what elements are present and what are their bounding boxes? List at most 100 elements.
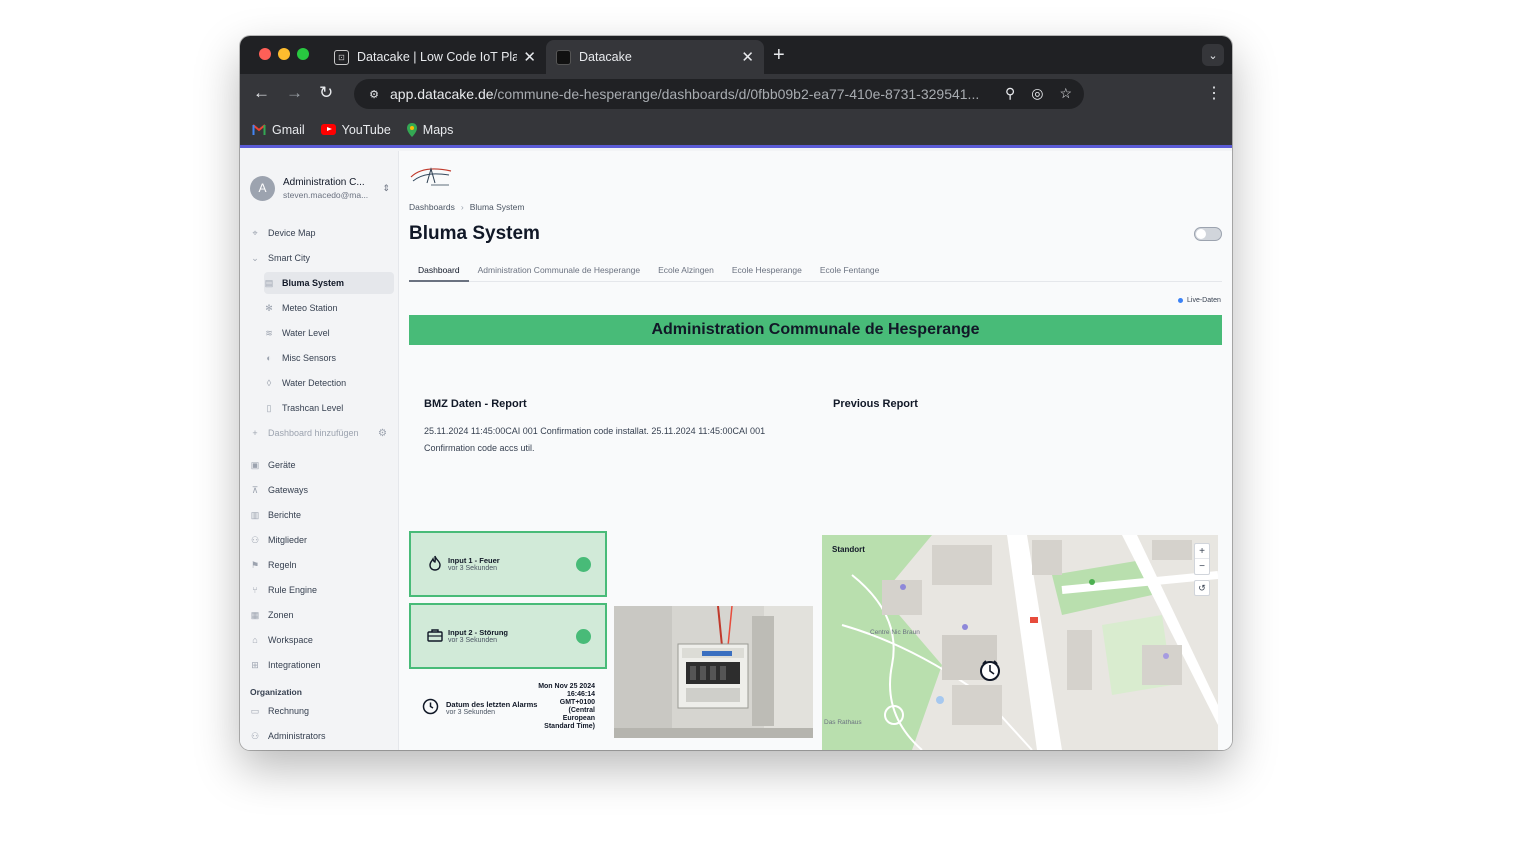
bookmark-star-icon[interactable]: ☆ — [1059, 85, 1072, 102]
tab-search-chevron-icon[interactable]: ⌄ — [1202, 44, 1224, 66]
sidebar-item-label: Administrators — [268, 731, 326, 741]
report-icon: ▥ — [250, 509, 260, 520]
url-text[interactable]: app.datacake.de/commune-de-hesperange/da… — [390, 86, 990, 102]
account-name: Administration C... — [283, 176, 365, 188]
billing-icon: ▭ — [250, 705, 260, 716]
breadcrumb-current: Bluma System — [469, 202, 525, 212]
browser-tab-datacake-active[interactable]: Datacake ✕ — [546, 40, 764, 74]
tab-ecole-fentange[interactable]: Ecole Fentange — [811, 257, 889, 282]
sidebar-item-label: Device Map — [268, 228, 316, 238]
hesperange-logo — [410, 167, 452, 186]
sidebar-item-meteo-station[interactable]: ✻ Meteo Station — [240, 297, 399, 319]
tab-ecole-hesperange[interactable]: Ecole Hesperange — [723, 257, 811, 282]
rules-icon: ⚑ — [250, 559, 260, 570]
bookmark-youtube[interactable]: YouTube — [320, 123, 391, 137]
tab-ecole-alzingen[interactable]: Ecole Alzingen — [649, 257, 723, 282]
sidebar-item-zonen[interactable]: ▦ Zonen — [240, 604, 399, 626]
sidebar-item-rule-engine[interactable]: ⑂ Rule Engine — [240, 579, 399, 601]
browser-tab-datacake-iot[interactable]: ⊡ Datacake | Low Code IoT Plat ✕ — [324, 40, 546, 74]
reload-icon[interactable]: ↻ — [319, 83, 333, 103]
sidebar-item-misc-sensors[interactable]: ◐ Misc Sensors — [240, 347, 399, 369]
sidebar-item-geraete[interactable]: ▣ Geräte — [240, 454, 399, 476]
toolbox-icon — [427, 627, 443, 643]
sidebar-item-regeln[interactable]: ⚑ Regeln — [240, 554, 399, 576]
map-zoom-controls: + − — [1194, 543, 1210, 575]
report-text: 25.11.2024 11:45:00CAI 001 Confirmation … — [424, 426, 766, 453]
tab-dashboard[interactable]: Dashboard — [409, 257, 469, 282]
users-icon: ⚇ — [250, 534, 260, 545]
gauge-icon: ◐ — [266, 353, 272, 363]
clock-icon — [422, 698, 439, 715]
minimize-window-button[interactable] — [278, 48, 290, 60]
sidebar-item-gateways[interactable]: ⊼ Gateways — [240, 479, 399, 501]
reset-view-icon[interactable]: ↺ — [1194, 580, 1210, 596]
sidebar-item-bluma-system[interactable]: ▤ Bluma System — [240, 272, 399, 294]
dashboard-icon: ▤ — [264, 277, 274, 288]
zones-icon: ▦ — [250, 609, 260, 620]
sidebar-item-administrators[interactable]: ⚇ Administrators — [240, 725, 399, 747]
browser-menu-icon[interactable]: ⋮ — [1206, 83, 1222, 103]
eye-off-icon[interactable]: ◎ — [1031, 85, 1043, 102]
gmail-icon — [252, 124, 266, 135]
edit-mode-toggle[interactable] — [1194, 227, 1222, 241]
account-email: steven.macedo@ma... — [283, 189, 369, 200]
sidebar-item-water-detection[interactable]: ◊ Water Detection — [240, 372, 399, 394]
sidebar-item-label: Rule Engine — [268, 585, 318, 595]
dashboard-main: Dashboards › Bluma System Bluma System D… — [399, 151, 1232, 750]
new-tab-icon[interactable]: + — [773, 44, 785, 67]
sidebar-item-rechnung[interactable]: ▭ Rechnung — [240, 700, 399, 722]
last-alarm-widget: Datum des letzten Alarms vor 3 Sekunden … — [409, 681, 607, 741]
status-indicator — [576, 557, 591, 572]
datacake-favicon-icon — [556, 49, 571, 65]
input-timestamp: vor 3 Sekunden — [448, 565, 498, 572]
datacake-favicon-icon: ⊡ — [334, 49, 349, 65]
close-tab-icon[interactable]: ✕ — [523, 48, 536, 66]
back-arrow-icon[interactable]: ← — [253, 83, 270, 103]
datacake-app: A Administration C... steven.macedo@ma..… — [240, 151, 1232, 750]
sidebar-item-label: Meteo Station — [282, 303, 338, 313]
bookmark-maps[interactable]: Maps — [406, 122, 453, 137]
sidebar-item-trashcan-level[interactable]: ▯ Trashcan Level — [240, 397, 399, 419]
tab-title: Datacake — [579, 50, 632, 64]
antenna-icon: ⊼ — [251, 484, 259, 495]
sidebar-item-add-dashboard[interactable]: + Dashboard hinzufügen ⚙ — [240, 422, 399, 444]
flame-icon — [427, 555, 443, 571]
account-switcher[interactable]: A Administration C... steven.macedo@ma..… — [250, 173, 390, 203]
location-map[interactable]: Standort Centre Nic Braun Das Rathaus + … — [822, 535, 1218, 750]
gear-icon[interactable]: ⚙ — [378, 428, 387, 439]
sidebar-item-mitglieder[interactable]: ⚇ Mitglieder — [240, 529, 399, 551]
close-window-button[interactable] — [259, 48, 271, 60]
map-label-rathaus: Das Rathaus — [824, 719, 862, 726]
sidebar-item-water-level[interactable]: ≋ Water Level — [240, 322, 399, 344]
browser-tab-bar: ⊡ Datacake | Low Code IoT Plat ✕ Datacak… — [240, 36, 1232, 74]
sidebar-item-label: Integrationen — [268, 660, 321, 670]
sidebar-item-label: Workspace — [268, 635, 313, 645]
sidebar-item-smart-city[interactable]: ⌄ Smart City — [240, 247, 399, 269]
breadcrumb-dashboards-link[interactable]: Dashboards — [409, 202, 455, 212]
zoom-out-button[interactable]: − — [1195, 559, 1209, 574]
address-bar[interactable]: ⚙ app.datacake.de/commune-de-hesperange/… — [354, 79, 1084, 109]
status-indicator — [576, 629, 591, 644]
zoom-in-button[interactable]: + — [1195, 544, 1209, 559]
sidebar-item-device-map[interactable]: ⌖ Device Map — [240, 222, 399, 244]
sidebar-item-label: Regeln — [268, 560, 297, 570]
tab-administration-communale[interactable]: Administration Communale de Hesperange — [469, 257, 650, 282]
snowflake-icon: ✻ — [265, 302, 273, 313]
site-settings-icon[interactable]: ⚙ — [366, 86, 382, 102]
maximize-window-button[interactable] — [297, 48, 309, 60]
sidebar-item-label: Smart City — [268, 253, 311, 263]
url-path: /commune-de-hesperange/dashboards/d/0fbb… — [493, 86, 980, 102]
sidebar-item-label: Misc Sensors — [282, 353, 337, 363]
sidebar-item-integrationen[interactable]: ⊞ Integrationen — [240, 654, 399, 676]
forward-arrow-icon[interactable]: → — [286, 83, 303, 103]
input-card-stoerung: Input 2 - Störung vor 3 Sekunden — [409, 603, 607, 669]
integrations-icon: ⊞ — [251, 659, 259, 670]
close-tab-icon[interactable]: ✕ — [741, 48, 754, 66]
sidebar-item-label: Gateways — [268, 485, 309, 495]
bookmark-gmail[interactable]: Gmail — [252, 123, 305, 137]
zoom-icon[interactable]: ⚲ — [1005, 85, 1015, 102]
sidebar-item-workspace[interactable]: ⌂ Workspace — [240, 629, 399, 651]
sidebar-item-berichte[interactable]: ▥ Berichte — [240, 504, 399, 526]
trash-icon: ▯ — [266, 402, 272, 413]
input-title: Input 2 - Störung — [448, 628, 508, 637]
